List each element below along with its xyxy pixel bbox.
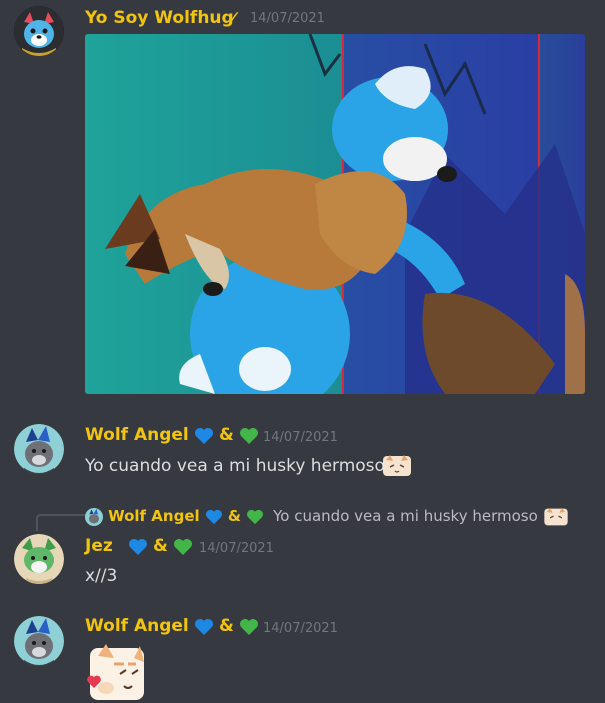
green-heart-icon <box>239 618 258 635</box>
green-heart-icon <box>173 538 192 555</box>
reply-avatar-icon <box>85 507 103 526</box>
green-heart-icon <box>247 509 264 524</box>
blue-heart-icon <box>194 618 213 635</box>
cat-emoji-icon <box>383 455 411 476</box>
blue-heart-icon <box>205 509 222 524</box>
cat-emoji-icon <box>544 507 568 525</box>
avatar[interactable] <box>14 424 64 474</box>
message-text: Yo cuando vea a mi husky hermoso <box>85 456 385 476</box>
cat-kiss-sticker-icon[interactable] <box>84 642 146 702</box>
ampersand: & <box>227 507 241 525</box>
author-line: Jez & <box>85 536 193 556</box>
avatar[interactable] <box>14 616 64 666</box>
timestamp[interactable]: 14/07/2021 <box>199 541 274 556</box>
reply-connector-icon <box>36 514 86 531</box>
blue-wolf-avatar-icon <box>14 6 64 56</box>
message-wolf-angel-2: Wolf Angel & 14/07/2021 <box>0 612 605 703</box>
ampersand: & <box>218 425 234 445</box>
ampersand: & <box>218 616 234 636</box>
image-attachment[interactable] <box>85 34 585 394</box>
author-name[interactable]: Jez <box>85 536 113 556</box>
avatar[interactable] <box>14 6 64 56</box>
green-cat-avatar-icon <box>14 534 64 584</box>
verified-check-icon: ✓ <box>227 8 242 28</box>
message-jez: Wolf Angel & Yo cuando vea a mi husky he… <box>0 504 605 594</box>
reply-text: Yo cuando vea a mi husky hermoso <box>273 507 538 525</box>
message-text: x//3 <box>85 566 118 586</box>
blue-heart-icon <box>128 538 147 555</box>
timestamp[interactable]: 14/07/2021 <box>250 11 325 26</box>
wolf-angel-avatar-icon <box>14 616 64 666</box>
timestamp[interactable]: 14/07/2021 <box>263 430 338 445</box>
fursuit-hug-photo <box>85 34 585 394</box>
message-wolfhug: Yo Soy Wolfhug ✓ 14/07/2021 <box>0 0 605 400</box>
author-name[interactable]: Wolf Angel <box>85 616 189 636</box>
author-line: Wolf Angel & <box>85 425 259 445</box>
blue-heart-icon <box>194 427 213 444</box>
avatar[interactable] <box>14 534 64 584</box>
message-wolf-angel-1: Wolf Angel & 14/07/2021 Yo cuando vea a … <box>0 420 605 490</box>
author-name[interactable]: Wolf Angel <box>85 425 189 445</box>
author-line: Wolf Angel & <box>85 616 259 636</box>
timestamp[interactable]: 14/07/2021 <box>263 621 338 636</box>
ampersand: & <box>152 536 168 556</box>
green-heart-icon <box>239 427 258 444</box>
wolf-angel-avatar-icon <box>14 424 64 474</box>
reply-preview[interactable]: Wolf Angel & Yo cuando vea a mi husky he… <box>85 506 569 527</box>
reply-author[interactable]: Wolf Angel <box>108 507 200 525</box>
author-name[interactable]: Yo Soy Wolfhug <box>85 8 234 28</box>
